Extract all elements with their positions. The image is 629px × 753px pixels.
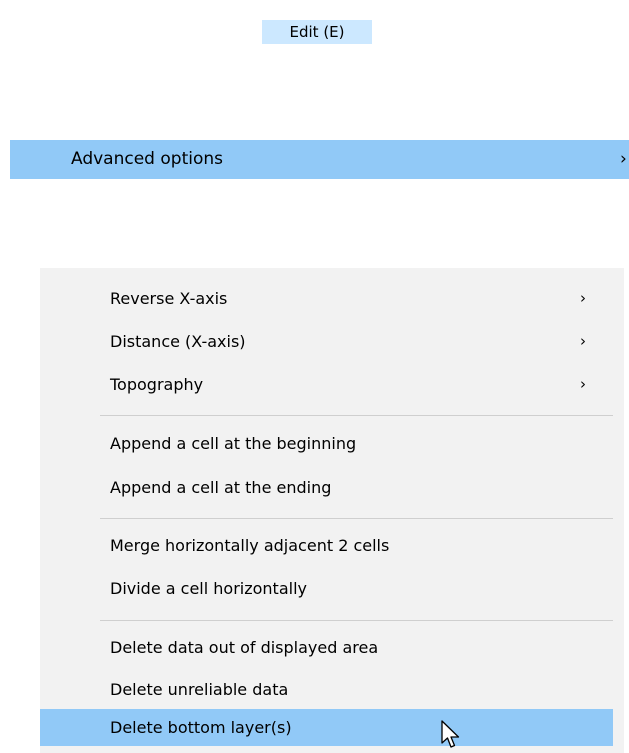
- menu-separator: [100, 415, 613, 416]
- chevron-right-icon: ›: [580, 289, 586, 307]
- chevron-right-icon: ›: [580, 375, 586, 393]
- menu-item-merge-cells[interactable]: Merge horizontally adjacent 2 cells: [40, 527, 613, 564]
- menu-item-label: Delete unreliable data: [110, 680, 289, 699]
- advanced-options-label: Advanced options: [71, 149, 223, 169]
- chevron-right-icon: ›: [620, 149, 627, 169]
- menu-item-delete-bottom-layers[interactable]: Delete bottom layer(s): [40, 709, 613, 746]
- menu-item-distance-x-axis[interactable]: Distance (X-axis) ›: [40, 323, 613, 360]
- menu-item-reverse-x-axis[interactable]: Reverse X-axis ›: [40, 280, 613, 317]
- edit-menu[interactable]: Edit (E): [262, 20, 372, 44]
- menu-item-label: Append a cell at the ending: [110, 478, 332, 497]
- menu-item-label: Topography: [110, 375, 204, 394]
- advanced-options-item[interactable]: Advanced options ›: [10, 140, 629, 179]
- menu-item-divide-cell[interactable]: Divide a cell horizontally: [40, 570, 613, 607]
- menu-item-delete-unreliable[interactable]: Delete unreliable data: [40, 671, 613, 708]
- menu-item-label: Append a cell at the beginning: [110, 434, 357, 453]
- menu-item-label: Merge horizontally adjacent 2 cells: [110, 536, 390, 555]
- chevron-right-icon: ›: [580, 332, 586, 350]
- menu-item-label: Reverse X-axis: [110, 289, 228, 308]
- menu-separator: [100, 518, 613, 519]
- menu-separator: [100, 620, 613, 621]
- menu-item-delete-out-of-area[interactable]: Delete data out of displayed area: [40, 629, 613, 666]
- context-menu: Reverse X-axis › Distance (X-axis) › Top…: [40, 268, 624, 753]
- menu-item-label: Distance (X-axis): [110, 332, 246, 351]
- mouse-pointer-icon: [441, 720, 460, 748]
- menu-item-label: Divide a cell horizontally: [110, 579, 307, 598]
- screen: Edit (E) Advanced options › Reverse X-ax…: [0, 0, 629, 753]
- menu-item-append-cell-beginning[interactable]: Append a cell at the beginning: [40, 425, 613, 462]
- menu-item-label: Delete bottom layer(s): [110, 718, 292, 737]
- menu-item-label: Delete data out of displayed area: [110, 638, 379, 657]
- menu-item-topography[interactable]: Topography ›: [40, 366, 613, 403]
- menu-item-append-cell-ending[interactable]: Append a cell at the ending: [40, 469, 613, 506]
